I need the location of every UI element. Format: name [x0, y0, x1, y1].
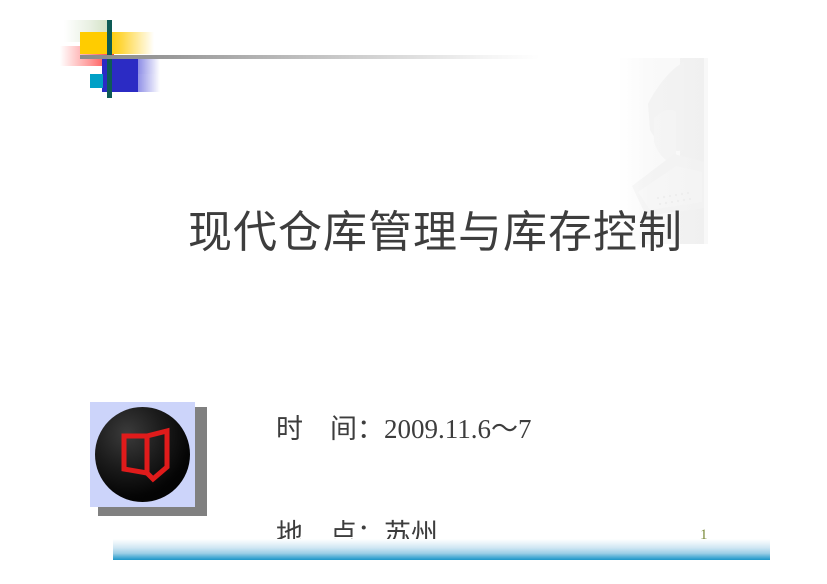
footer-bar — [113, 539, 770, 560]
slide-title: 现代仓库管理与库存控制 — [188, 208, 683, 257]
icon-black-disc — [95, 407, 190, 502]
logo-block-teal-bar — [107, 20, 112, 98]
page-number: 1 — [700, 527, 708, 543]
presentation-slide: 现代仓库管理与库存控制 时 间：2009.11.6～7 地 点：苏州 1 — [0, 0, 827, 584]
header-rule — [80, 55, 540, 59]
subtitle-line-date: 时 间：2009.11.6～7 — [276, 414, 532, 444]
design-logo-mark — [60, 20, 160, 98]
icon-backing-plate — [90, 402, 195, 507]
book-glyph-icon — [117, 427, 179, 489]
logo-block-cyan — [90, 74, 103, 88]
logo-block-gold-fade — [108, 32, 154, 54]
open-book-icon — [90, 402, 207, 516]
